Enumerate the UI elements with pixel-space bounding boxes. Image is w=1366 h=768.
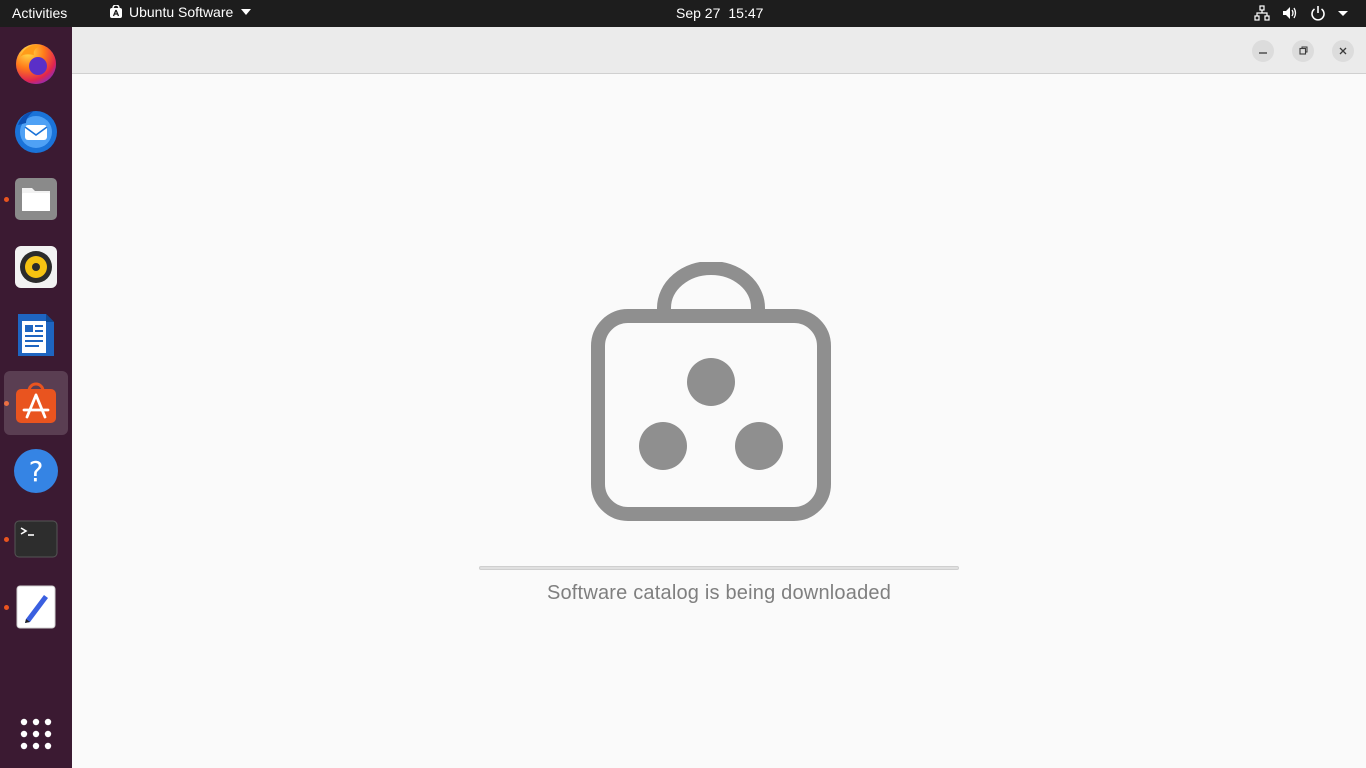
help-icon: ? [14,449,58,493]
main-content: Software catalog is being downloaded [72,74,1366,768]
clock-time: 15:47 [728,5,764,21]
top-bar: Activities Ubuntu Software Sep 27 15:47 [0,0,1366,27]
dock-item-firefox[interactable] [4,31,68,95]
chevron-down-icon [241,9,252,15]
dock-item-text-editor[interactable] [4,575,68,639]
files-icon [15,178,57,220]
dock-item-thunderbird[interactable] [4,99,68,163]
status-message: Software catalog is being downloaded [546,582,892,604]
grid-icon [20,718,52,750]
dock-item-files[interactable] [4,167,68,231]
close-icon [1339,47,1347,55]
ubuntu-software-icon [16,382,56,423]
minimize-icon [1259,52,1267,54]
firefox-icon [16,44,56,84]
minimize-button[interactable] [1252,40,1274,62]
rhythmbox-icon [15,246,57,288]
show-apps-button[interactable] [4,702,68,766]
system-tray[interactable] [1254,5,1348,21]
dock-item-help[interactable]: ? [4,439,68,503]
ubuntu-software-window: Software catalog is being downloaded [72,27,1366,768]
restore-button[interactable] [1292,40,1314,62]
clock[interactable]: Sep 27 15:47 [676,5,763,21]
network-icon[interactable] [1254,5,1270,21]
restore-icon [1299,46,1308,55]
dock-item-rhythmbox[interactable] [4,235,68,299]
dock-item-ubuntu-software[interactable] [4,371,68,435]
activities-button[interactable]: Activities [12,5,67,21]
download-progress-bar [479,566,959,570]
power-icon[interactable] [1310,5,1326,21]
thunderbird-icon [15,111,57,153]
software-bag-icon [591,262,831,521]
app-menu-label: Ubuntu Software [129,4,234,20]
app-menu[interactable]: Ubuntu Software [109,4,252,20]
clock-date: Sep 27 [676,5,721,21]
header-bar[interactable] [72,27,1366,74]
dock: ? [0,27,72,768]
terminal-icon [14,520,58,558]
close-button[interactable] [1332,40,1354,62]
dock-item-terminal[interactable] [4,507,68,571]
chevron-down-icon[interactable] [1338,5,1348,21]
libreoffice-writer-icon [18,314,54,356]
dock-item-libreoffice-writer[interactable] [4,303,68,367]
ubuntu-software-small-icon [110,5,122,18]
svg-text:?: ? [29,455,44,488]
volume-icon[interactable] [1282,5,1298,21]
text-editor-icon [16,585,56,629]
